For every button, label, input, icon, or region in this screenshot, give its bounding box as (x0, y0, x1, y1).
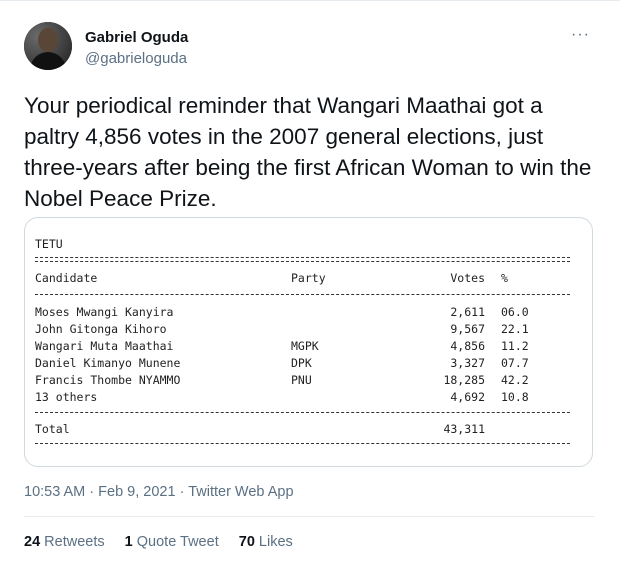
row-votes: 4,692 (450, 390, 485, 404)
row-votes: 18,285 (443, 373, 485, 387)
tweet: Gabriel Oguda @gabrieloguda ··· Your per… (0, 0, 620, 562)
row-votes: 4,856 (450, 339, 485, 353)
row-candidate: Moses Mwangi Kanyira (35, 305, 174, 319)
row-candidate: Wangari Muta Maathai (35, 339, 174, 353)
tweet-source[interactable]: Twitter Web App (188, 484, 293, 500)
row-votes: 9,567 (450, 322, 485, 336)
rule-dashed (35, 443, 570, 444)
row-candidate: 13 others (35, 390, 98, 404)
retweets-stat[interactable]: 24 Retweets (24, 534, 105, 550)
divider (0, 0, 620, 1)
row-pct: 11.2 (501, 339, 529, 353)
row-party: MGPK (291, 339, 319, 353)
constituency-title: TETU (35, 237, 63, 251)
rule-dashed (35, 412, 570, 413)
rule-double (35, 257, 570, 262)
likes-stat[interactable]: 70 Likes (239, 534, 293, 550)
more-options-icon[interactable]: ··· (571, 26, 590, 44)
total-label: Total (35, 422, 70, 436)
row-pct: 07.7 (501, 356, 529, 370)
row-party: PNU (291, 373, 312, 387)
avatar[interactable] (24, 22, 72, 70)
row-candidate: Daniel Kimanyo Munene (35, 356, 181, 370)
results-image[interactable]: TETU Candidate Party Votes % Moses Mwang… (24, 217, 593, 467)
total-votes: 43,311 (443, 422, 485, 436)
author-name[interactable]: Gabriel Oguda (85, 29, 188, 46)
row-pct: 06.0 (501, 305, 529, 319)
header-pct: % (501, 271, 508, 285)
divider (24, 516, 594, 517)
row-votes: 3,327 (450, 356, 485, 370)
rule-dashed (35, 294, 570, 295)
row-votes: 2,611 (450, 305, 485, 319)
row-pct: 22.1 (501, 322, 529, 336)
header-votes: Votes (450, 271, 485, 285)
tweet-meta: 10:53 AM · Feb 9, 2021 · Twitter Web App (24, 484, 294, 500)
tweet-stats: 24 Retweets 1 Quote Tweet 70 Likes (24, 534, 309, 550)
row-pct: 42.2 (501, 373, 529, 387)
tweet-text: Your periodical reminder that Wangari Ma… (24, 93, 592, 211)
header-party: Party (291, 271, 326, 285)
quote-tweets-stat[interactable]: 1 Quote Tweet (125, 534, 219, 550)
row-candidate: Francis Thombe NYAMMO (35, 373, 181, 387)
row-party: DPK (291, 356, 312, 370)
tweet-date[interactable]: Feb 9, 2021 (98, 484, 175, 500)
header-candidate: Candidate (35, 271, 98, 285)
tweet-time[interactable]: 10:53 AM (24, 484, 85, 500)
author-handle[interactable]: @gabrieloguda (85, 50, 187, 67)
row-candidate: John Gitonga Kihoro (35, 322, 167, 336)
row-pct: 10.8 (501, 390, 529, 404)
